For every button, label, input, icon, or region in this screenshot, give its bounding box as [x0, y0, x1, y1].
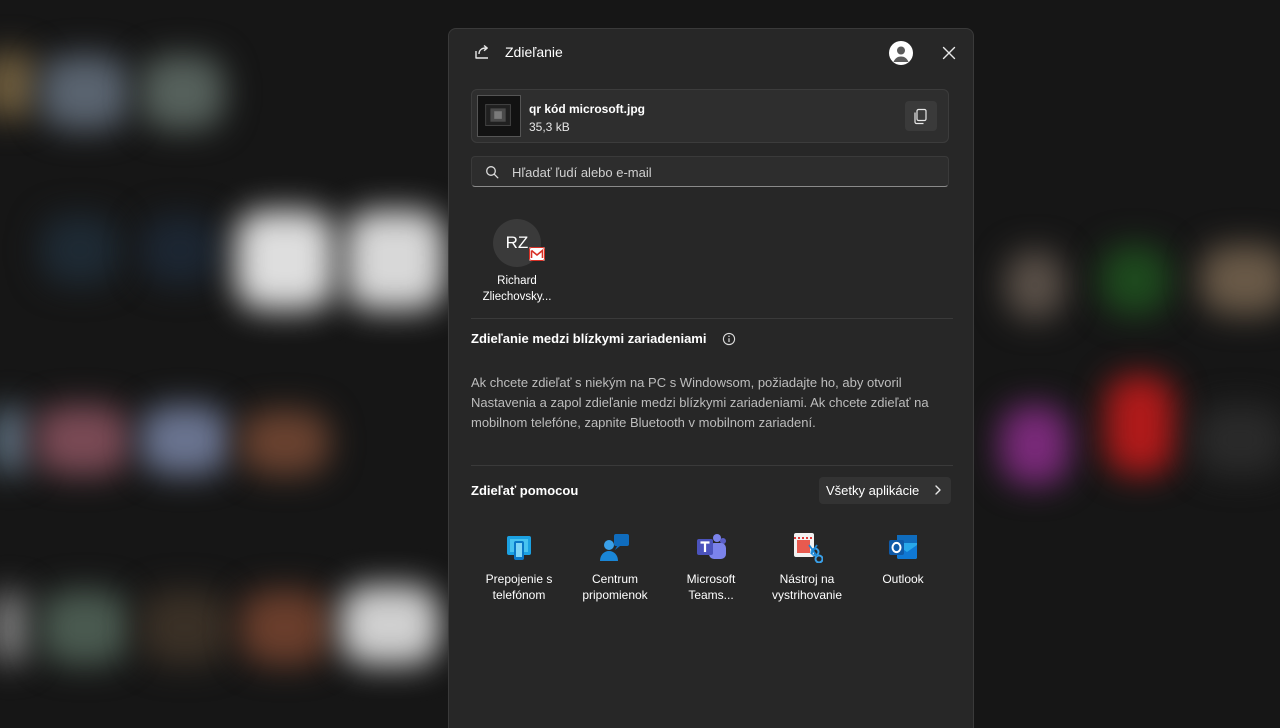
app-snipping-tool[interactable]: Nástroj na vystrihovanie — [759, 527, 855, 607]
app-microsoft-teams[interactable]: Microsoft Teams... — [663, 527, 759, 607]
app-feedback-hub[interactable]: Centrum pripomienok — [567, 527, 663, 607]
blurred-desktop-shape — [0, 590, 30, 665]
file-thumbnail — [477, 95, 521, 137]
blurred-desktop-shape — [140, 405, 230, 475]
blurred-desktop-shape — [40, 55, 130, 130]
share-title: Zdieľanie — [505, 44, 563, 60]
blurred-desktop-shape — [345, 210, 445, 310]
app-label-line: Nástroj na — [779, 572, 835, 586]
contact-initials: RZ — [505, 233, 529, 252]
search-input[interactable] — [512, 161, 932, 183]
all-apps-label: Všetky aplikácie — [826, 483, 920, 498]
blurred-desktop-shape — [235, 210, 335, 310]
app-label-line: pripomienok — [582, 588, 648, 602]
app-label-line: telefónom — [492, 588, 546, 602]
qr-code-preview — [485, 104, 511, 126]
info-icon[interactable] — [722, 332, 736, 346]
blurred-desktop-shape — [1195, 405, 1280, 475]
app-label-line: Microsoft — [686, 572, 736, 586]
gmail-icon — [529, 247, 545, 261]
shared-file-card: qr kód microsoft.jpg 35,3 kB — [471, 89, 949, 143]
app-phone-link[interactable]: Prepojenie s telefónom — [471, 527, 567, 607]
app-label-line: vystrihovanie — [771, 588, 843, 602]
blurred-desktop-shape — [240, 590, 330, 665]
blurred-desktop-shape — [40, 215, 120, 285]
blurred-desktop-shape — [40, 590, 130, 665]
blurred-desktop-shape — [35, 405, 130, 475]
app-label-line: Teams... — [688, 588, 734, 602]
app-label: Microsoft Teams... — [663, 571, 759, 603]
app-label: Centrum pripomienok — [567, 571, 663, 603]
outlook-icon — [889, 535, 917, 559]
app-label: Prepojenie s telefónom — [471, 571, 567, 603]
blurred-desktop-shape — [1100, 245, 1170, 315]
nearby-share-heading: Zdieľanie medzi blízkymi zariadeniami — [471, 331, 707, 346]
blurred-desktop-shape — [140, 215, 220, 285]
profile-button[interactable] — [889, 41, 913, 65]
app-label: Outlook — [855, 571, 951, 587]
copy-button[interactable] — [905, 101, 937, 131]
blurred-desktop-shape — [1005, 250, 1065, 320]
contact-last-name: Zliechovsky... — [482, 291, 552, 303]
blurred-desktop-shape — [0, 405, 30, 475]
app-label: Nástroj na vystrihovanie — [759, 571, 855, 603]
contact-name: Richard Zliechovsky... — [471, 273, 563, 305]
teams-icon — [697, 534, 726, 559]
share-icon — [475, 44, 488, 59]
file-size: 35,3 kB — [529, 120, 570, 134]
app-label-line: Outlook — [882, 572, 924, 586]
snipping-tool-icon — [794, 533, 823, 563]
blurred-desktop-shape — [1000, 405, 1070, 485]
close-button[interactable] — [937, 41, 961, 65]
file-name: qr kód microsoft.jpg — [529, 102, 646, 116]
share-titlebar: Zdieľanie — [449, 29, 973, 75]
blurred-desktop-shape — [140, 590, 230, 665]
chevron-right-icon — [935, 485, 941, 495]
blurred-desktop-shape — [240, 410, 330, 475]
profile-icon — [893, 46, 909, 62]
contact-first-name: Richard — [497, 275, 537, 287]
close-icon — [942, 46, 956, 60]
section-divider — [471, 465, 953, 466]
feedback-hub-icon — [600, 534, 629, 561]
share-with-heading: Zdieľať pomocou — [471, 483, 579, 498]
search-icon — [486, 166, 499, 179]
app-label-line: Prepojenie s — [485, 572, 553, 586]
blurred-desktop-shape — [340, 585, 440, 665]
nearby-share-description: Ak chcete zdieľať s niekým na PC s Windo… — [471, 375, 929, 430]
phone-link-icon — [507, 536, 531, 560]
share-dialog: Zdieľanie qr kód microsoft.jpg 35,3 kB H… — [448, 28, 974, 728]
blurred-desktop-shape — [1200, 245, 1280, 315]
copy-icon — [914, 108, 927, 125]
app-outlook[interactable]: Outlook — [855, 527, 951, 607]
app-label-line: Centrum — [591, 572, 638, 586]
blurred-desktop-shape — [0, 50, 40, 120]
all-apps-button[interactable]: Všetky aplikácie — [819, 477, 951, 504]
people-search-box[interactable] — [471, 156, 949, 187]
contact-item[interactable]: RZ Richard Zliechovsky... — [471, 217, 563, 307]
section-divider — [471, 318, 953, 319]
blurred-desktop-shape — [140, 55, 225, 130]
blurred-desktop-shape — [1105, 375, 1175, 475]
